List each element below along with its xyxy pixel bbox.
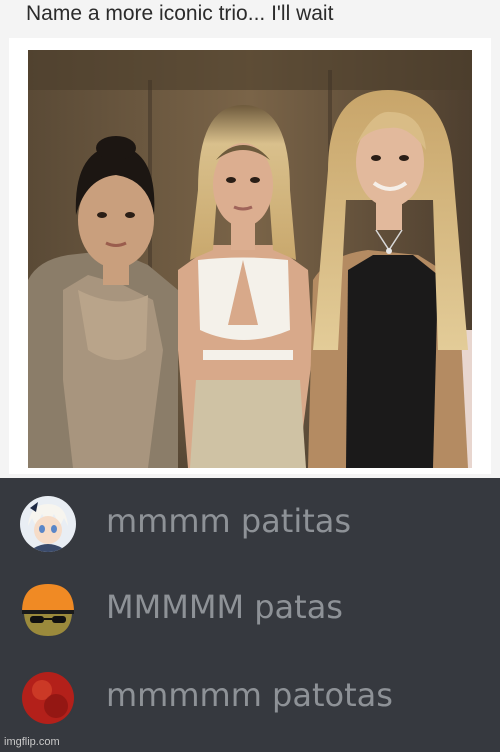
trio-photo [28, 50, 472, 468]
red-ball-avatar-icon[interactable] [20, 670, 76, 726]
anime-character-avatar-icon[interactable] [20, 496, 76, 552]
chat-message: MMMMM patas [20, 578, 490, 640]
chat-message: mmmm patitas [20, 492, 490, 554]
message-text: mmmm patitas [106, 502, 352, 540]
orange-helmet-sunglasses-avatar-icon[interactable] [20, 582, 76, 638]
meme-caption: Name a more iconic trio... I'll wait [26, 2, 334, 25]
right-person [308, 90, 468, 468]
message-text: MMMMM patas [106, 588, 343, 626]
chat-panel: mmmm patitas MMMMM patas mmmmm patotas [0, 478, 500, 752]
chat-message: mmmmm patotas [20, 666, 490, 728]
message-text: mmmmm patotas [106, 676, 393, 714]
meme-panel: Name a more iconic trio... I'll wait [0, 0, 500, 478]
photo-frame [9, 38, 491, 474]
imgflip-watermark: imgflip.com [4, 736, 60, 748]
